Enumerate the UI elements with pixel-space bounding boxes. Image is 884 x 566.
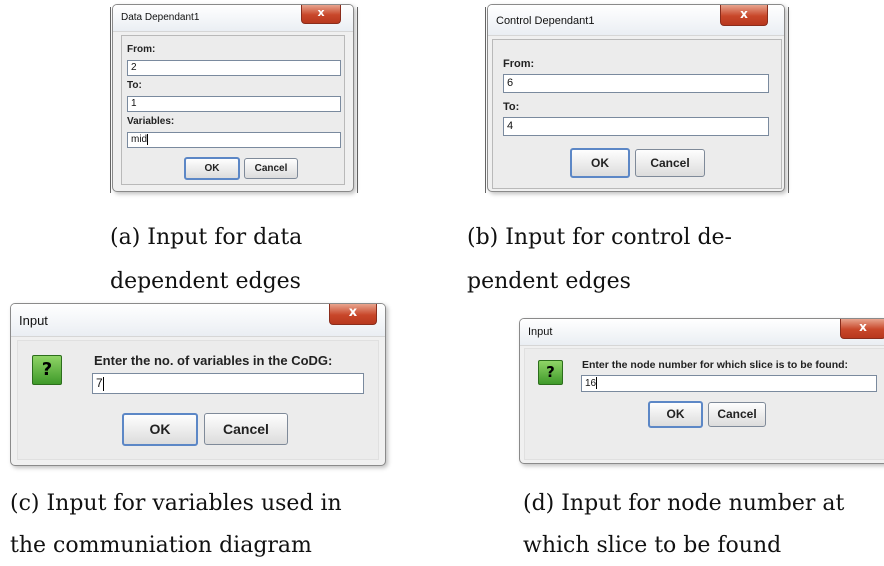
question-icon: ? xyxy=(538,360,563,385)
ok-button[interactable]: OK xyxy=(184,157,240,180)
dialog-title: Data Dependant1 xyxy=(121,12,200,23)
close-button[interactable]: x xyxy=(840,319,884,339)
from-field[interactable]: 6 xyxy=(503,74,769,93)
variables-count-field[interactable]: 7 xyxy=(92,373,364,394)
close-icon: x xyxy=(740,7,748,21)
caption-b-line1: (b) Input for control de- xyxy=(467,225,732,250)
close-icon: x xyxy=(317,6,325,19)
close-button[interactable]: x xyxy=(301,5,341,24)
close-icon: x xyxy=(348,305,358,320)
question-glyph: ? xyxy=(546,363,555,381)
dialog-titlebar: Input x xyxy=(520,319,884,346)
dialog-titlebar: Input x xyxy=(11,304,385,337)
ok-button[interactable]: OK xyxy=(570,148,630,178)
dialog-content: ? Enter the no. of variables in the CoDG… xyxy=(17,340,379,460)
to-field[interactable]: 1 xyxy=(127,96,341,112)
dialog-content: From: 2 To: 1 Variables: mid OK Cancel xyxy=(121,35,345,185)
question-glyph: ? xyxy=(41,359,53,380)
input-value: 7 xyxy=(96,376,103,390)
dialog-titlebar: Data Dependant1 x xyxy=(113,5,353,32)
cancel-button[interactable]: Cancel xyxy=(204,413,288,445)
from-label: From: xyxy=(127,44,156,55)
dialog-title: Input xyxy=(19,313,48,328)
caption-a-line1: (a) Input for data xyxy=(110,225,303,250)
dialog-title: Input xyxy=(528,326,553,338)
to-label: To: xyxy=(127,80,142,91)
close-icon: x xyxy=(859,320,867,334)
from-field[interactable]: 2 xyxy=(127,60,341,76)
close-button[interactable]: x xyxy=(329,304,377,325)
dialog-title: Control Dependant1 xyxy=(496,15,595,27)
text-caret xyxy=(147,133,149,145)
caption-d-line2: which slice to be found xyxy=(523,533,782,558)
dialog-titlebar: Control Dependant1 x xyxy=(488,5,784,36)
variables-value: mid xyxy=(131,134,148,145)
prompt-label: Enter the node number for which slice is… xyxy=(582,359,849,371)
prompt-label: Enter the no. of variables in the CoDG: xyxy=(94,353,333,368)
dialog-content: ? Enter the node number for which slice … xyxy=(524,348,884,460)
to-value: 1 xyxy=(131,98,137,109)
from-value: 6 xyxy=(507,77,514,89)
variables-label: Variables: xyxy=(127,116,175,127)
caption-c-line1: (c) Input for variables used in xyxy=(10,491,342,516)
ok-button[interactable]: OK xyxy=(122,413,198,446)
node-number-field[interactable]: 16 xyxy=(581,375,877,392)
to-label: To: xyxy=(503,101,520,113)
to-value: 4 xyxy=(507,120,514,132)
to-field[interactable]: 4 xyxy=(503,117,769,136)
caption-d-line1: (d) Input for node number at xyxy=(523,491,845,516)
close-button[interactable]: x xyxy=(720,5,768,26)
cancel-button[interactable]: Cancel xyxy=(708,402,766,427)
dialog-content: From: 6 To: 4 OK Cancel xyxy=(492,39,782,189)
caption-b-line2: pendent edges xyxy=(467,269,631,294)
text-caret xyxy=(596,377,598,390)
cancel-button[interactable]: Cancel xyxy=(635,149,705,177)
from-label: From: xyxy=(503,58,535,70)
question-icon: ? xyxy=(32,355,62,385)
control-dependant-dialog: Control Dependant1 x From: 6 To: 4 OK Ca… xyxy=(487,4,785,192)
from-value: 2 xyxy=(131,62,137,73)
data-dependant-dialog: Data Dependant1 x From: 2 To: 1 Variable… xyxy=(112,4,354,192)
caption-a-line2: dependent edges xyxy=(110,269,301,294)
variables-field[interactable]: mid xyxy=(127,132,341,148)
input-value: 16 xyxy=(585,378,597,389)
caption-c-line2: the communiation diagram xyxy=(10,533,312,558)
variables-input-dialog: Input x ? Enter the no. of variables in … xyxy=(10,303,386,466)
text-caret xyxy=(102,376,104,391)
node-number-input-dialog: Input x ? Enter the node number for whic… xyxy=(519,318,884,464)
cancel-button[interactable]: Cancel xyxy=(244,158,298,179)
ok-button[interactable]: OK xyxy=(648,401,703,428)
